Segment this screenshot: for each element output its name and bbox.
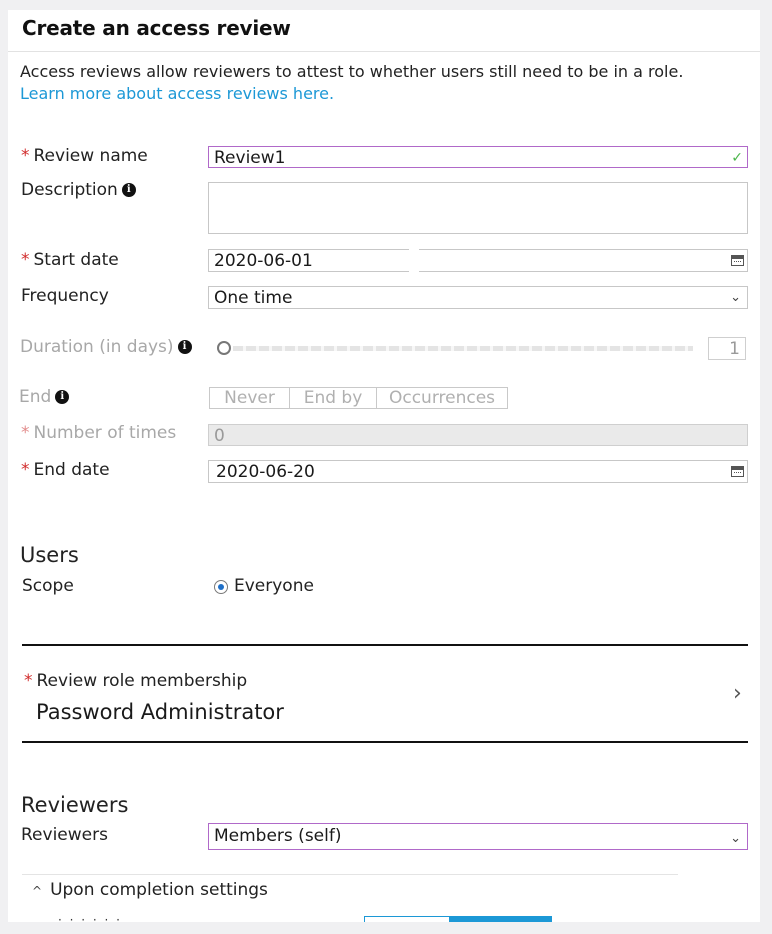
review-name-label-text: Review name [33,146,148,166]
description-textarea[interactable] [208,182,748,234]
review-name-input[interactable]: Review1 ✓ [208,146,748,168]
required-asterisk: * [24,671,33,691]
upon-completion-settings-label: Upon completion settings [50,880,268,900]
toggle-option-right[interactable] [450,916,552,922]
start-date-input[interactable]: 2020-06-01 [208,248,748,273]
info-icon[interactable]: i [55,390,70,404]
review-role-membership-value: Password Administrator [36,700,284,724]
description-label-text: Description [21,180,118,200]
review-role-membership-label-text: Review role membership [36,671,248,691]
required-asterisk: * [21,250,30,270]
users-heading: Users [20,543,79,567]
caret-up-icon: ^ [32,884,43,898]
end-option-end-by[interactable]: End by [290,387,377,409]
scope-everyone-label[interactable]: Everyone [234,576,314,596]
chevron-right-icon: › [733,681,742,706]
cut-off-setting-row: · · · · · · [58,913,122,922]
required-asterisk: * [21,146,30,166]
field-gap [409,248,419,273]
review-name-label: * Review name [21,146,148,166]
check-icon: ✓ [731,150,743,166]
number-of-times-label: * Number of times [21,423,176,443]
info-icon[interactable]: i [177,340,192,354]
start-date-label-text: Start date [33,250,119,270]
reviewers-label: Reviewers [21,825,108,845]
duration-slider-handle[interactable] [217,341,231,355]
end-label: End i [19,387,70,407]
number-of-times-label-text: Number of times [33,423,177,443]
chevron-down-icon: ⌄ [730,290,741,305]
duration-slider-track[interactable] [233,346,693,351]
reviewers-value: Members (self) [214,826,342,846]
start-date-label: * Start date [21,250,119,270]
info-icon[interactable]: i [121,183,136,197]
scope-label: Scope [22,576,74,596]
end-date-label-text: End date [33,460,110,480]
end-date-value: 2020-06-20 [216,462,315,482]
calendar-icon[interactable] [731,466,744,477]
review-role-membership-row[interactable]: * Review role membership Password Adminis… [22,646,748,742]
chevron-down-icon: ⌄ [730,831,741,846]
end-option-never[interactable]: Never [209,387,290,409]
frequency-label: Frequency [21,286,109,306]
frequency-select[interactable]: One time ⌄ [208,286,748,309]
description-label: Description i [21,180,136,200]
learn-more-link[interactable]: Learn more about access reviews here. [20,83,755,105]
duration-value: 1 [729,339,740,359]
scope-everyone-radio[interactable] [214,580,228,594]
end-option-occurrences[interactable]: Occurrences [377,387,508,409]
required-asterisk: * [21,460,30,480]
divider [22,741,748,743]
start-date-value: 2020-06-01 [214,251,313,271]
end-date-input[interactable]: 2020-06-20 [208,460,748,483]
reviewers-heading: Reviewers [21,793,129,817]
intro-description: Access reviews allow reviewers to attest… [20,62,684,81]
review-name-value: Review1 [214,148,286,168]
end-date-label: * End date [21,460,110,480]
toggle-option-left[interactable] [364,916,450,922]
number-of-times-value: 0 [214,426,225,446]
duration-label-text: Duration (in days) [20,337,174,357]
upon-completion-settings-toggle[interactable]: ^ Upon completion settings [32,880,268,900]
calendar-icon[interactable] [731,255,744,266]
page-title: Create an access review [22,16,291,40]
number-of-times-input[interactable]: 0 [208,424,748,446]
review-role-membership-label: * Review role membership [24,671,247,691]
cut-off-toggle[interactable] [364,916,552,922]
end-label-text: End [19,387,52,407]
frequency-value: One time [214,288,293,308]
access-review-panel: Create an access review Access reviews a… [8,10,760,922]
required-asterisk: * [21,423,30,443]
divider [22,874,678,875]
reviewers-select[interactable]: Members (self) ⌄ [208,823,748,850]
duration-value-box[interactable]: 1 [708,337,746,360]
intro-text-block: Access reviews allow reviewers to attest… [20,61,755,105]
title-bar: Create an access review [8,10,760,52]
duration-label: Duration (in days) i [20,337,192,357]
